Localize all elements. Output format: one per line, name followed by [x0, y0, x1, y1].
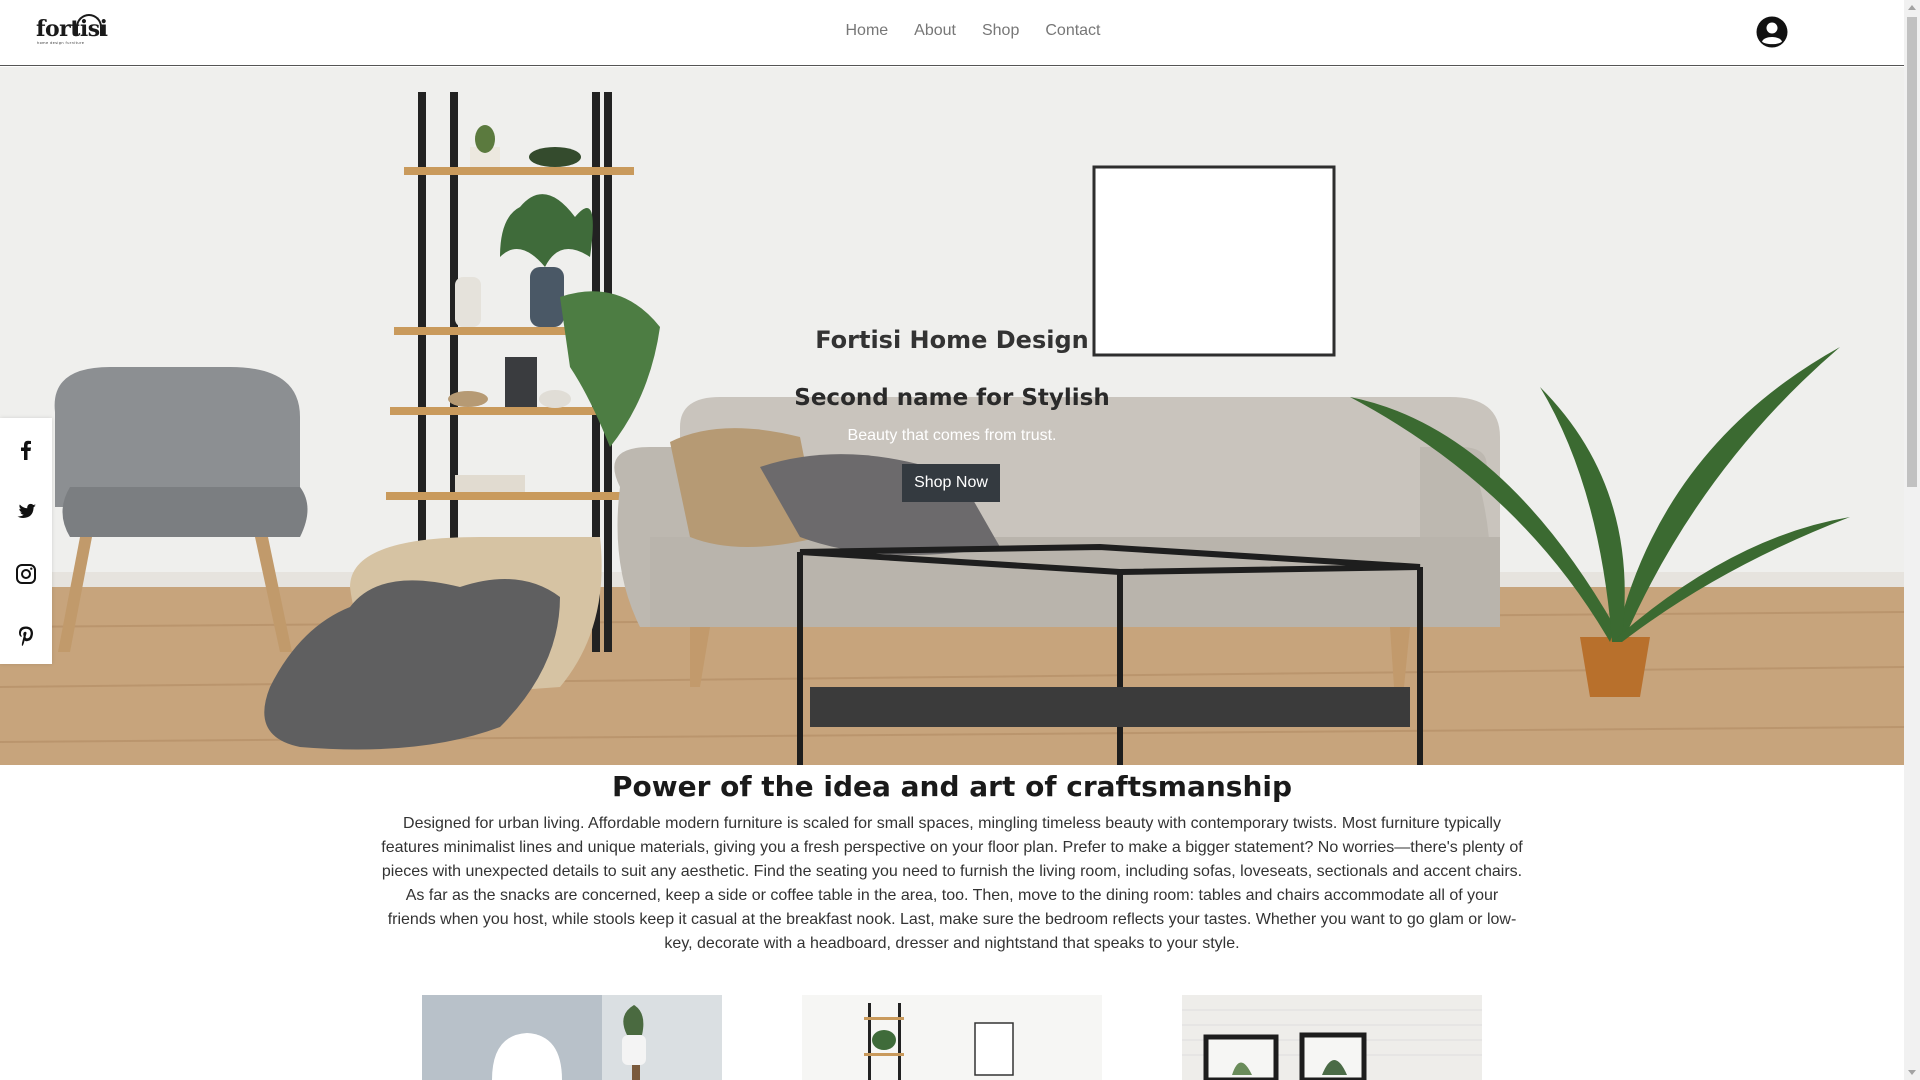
hero-subtitle: Second name for Stylish: [794, 385, 1110, 411]
nav-home[interactable]: Home: [845, 22, 888, 40]
shop-now-button[interactable]: Shop Now: [902, 464, 1000, 502]
scrollbar-thumb[interactable]: [1907, 17, 1917, 487]
scroll-up-arrow-icon[interactable]: [1908, 5, 1916, 10]
hero-section: Fortisi Home Design Second name for Styl…: [0, 67, 1904, 765]
instagram-link[interactable]: [14, 562, 38, 586]
hero-tagline: Beauty that comes from trust.: [847, 427, 1057, 444]
pinterest-icon: [19, 626, 33, 646]
gallery-card-chair[interactable]: [422, 995, 722, 1080]
facebook-icon: [21, 440, 31, 460]
logo-tagline: home design furniture: [37, 41, 85, 45]
about-body: Designed for urban living. Affordable mo…: [381, 815, 1523, 952]
facebook-link[interactable]: [14, 438, 38, 462]
pinterest-link[interactable]: [14, 624, 38, 648]
gallery-card-shelf[interactable]: [802, 995, 1102, 1080]
twitter-icon: [17, 503, 36, 518]
gallery-image-shelf: [802, 995, 1102, 1080]
page-scrollbar[interactable]: [1904, 0, 1920, 1080]
nav-contact[interactable]: Contact: [1045, 22, 1100, 40]
main-nav: Home About Shop Contact: [0, 22, 1904, 40]
hero-title: Fortisi Home Design: [815, 326, 1089, 354]
twitter-link[interactable]: [14, 500, 38, 524]
hero-text-block: Fortisi Home Design Second name for Styl…: [0, 67, 1904, 765]
instagram-icon: [16, 564, 36, 584]
scroll-down-arrow-icon[interactable]: [1908, 1070, 1916, 1075]
site-header: fortisi home design furniture Home About…: [0, 0, 1904, 66]
gallery-image-frames: [1182, 995, 1482, 1080]
nav-about[interactable]: About: [914, 22, 956, 40]
gallery-image-chair: [422, 995, 722, 1080]
account-button[interactable]: [1756, 16, 1788, 48]
user-circle-icon: [1756, 16, 1788, 48]
gallery-card-frames[interactable]: [1182, 995, 1482, 1080]
about-title: Power of the idea and art of craftsmansh…: [611, 770, 1293, 803]
social-sidebar: [0, 418, 52, 664]
nav-shop[interactable]: Shop: [982, 22, 1019, 40]
